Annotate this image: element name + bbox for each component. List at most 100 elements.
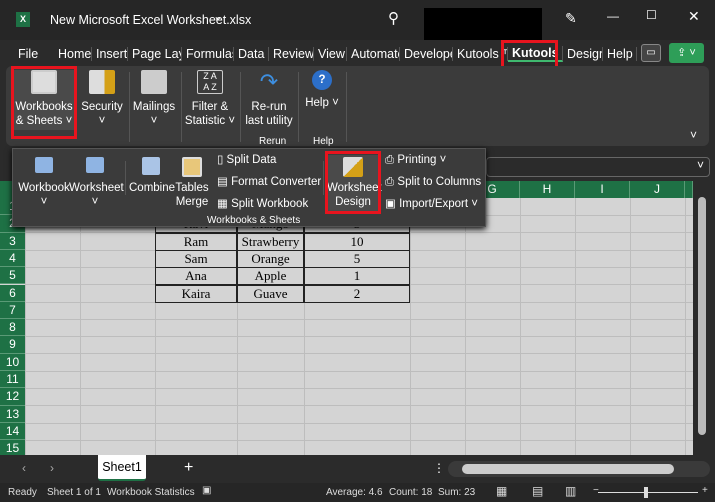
worksheet-button[interactable]: Worksheet ˅	[69, 157, 124, 209]
row-header[interactable]: 12	[0, 388, 25, 406]
status-sheet: Sheet 1 of 1	[47, 487, 101, 498]
table-cell[interactable]: 1	[304, 267, 410, 286]
page-break-view-icon[interactable]: ▥	[565, 484, 576, 498]
split-data-button[interactable]: ▯ Split Data	[217, 153, 276, 167]
maximize-icon[interactable]: ☐	[646, 8, 657, 22]
worksheet-design-highlight	[325, 151, 381, 214]
add-sheet-button[interactable]: +	[184, 459, 193, 477]
help-button[interactable]: ? Help ˅	[304, 70, 340, 110]
expand-formula-icon[interactable]: ˅	[697, 158, 704, 172]
import-export-button[interactable]: ▣ Import/Export ˅	[385, 197, 478, 211]
row-header[interactable]: 15	[0, 440, 25, 455]
row-header[interactable]: 6	[0, 284, 25, 302]
rerun-group-label: Rerun	[259, 136, 287, 147]
tab-automate[interactable]: Automate	[347, 46, 400, 61]
search-icon[interactable]: ⚲	[388, 9, 399, 27]
vertical-scrollbar[interactable]	[695, 181, 709, 455]
prev-sheet-icon[interactable]: ‹	[22, 461, 26, 475]
column-header-h[interactable]: H	[520, 181, 575, 198]
row-header[interactable]: 9	[0, 336, 25, 354]
accessibility-icon[interactable]: ▣	[202, 485, 211, 496]
mailings-button[interactable]: Mailings ˅	[130, 70, 178, 128]
row-header[interactable]: 13	[0, 405, 25, 423]
tab-developer[interactable]: Developer	[400, 46, 453, 61]
combine-icon	[142, 157, 160, 175]
chevron-down-icon[interactable]: ⌄	[213, 9, 223, 23]
table-cell[interactable]: Apple	[237, 267, 304, 286]
sort-az-icon: Z AA Z	[197, 70, 223, 94]
table-cell[interactable]: 2	[304, 284, 410, 303]
status-count: Count: 18	[389, 487, 433, 498]
pen-icon[interactable]: ✎	[565, 10, 577, 27]
group-label: Workbooks & Sheets	[207, 215, 301, 226]
security-button[interactable]: Security ˅	[80, 70, 124, 128]
share-button[interactable]: ⇪ ˅	[669, 43, 704, 63]
help-group-label: Help	[313, 136, 334, 147]
status-average: Average: 4.6	[326, 487, 383, 498]
redacted-box	[424, 8, 542, 40]
split-workbook-button[interactable]: ▦ Split Workbook	[217, 197, 308, 211]
tab-formulas[interactable]: Formulas	[182, 46, 234, 61]
table-cell[interactable]: 5	[304, 249, 410, 268]
tab-file[interactable]: File	[14, 47, 54, 61]
row-header[interactable]: 4	[0, 249, 25, 268]
row-header[interactable]: 7	[0, 301, 25, 320]
tab-view[interactable]: View	[314, 46, 347, 61]
row-header[interactable]: 3	[0, 232, 25, 250]
table-cell[interactable]: Kaira	[155, 284, 237, 303]
tab-help[interactable]: Help	[603, 46, 637, 61]
status-sum: Sum: 23	[438, 487, 476, 498]
normal-view-icon[interactable]: ▦	[496, 484, 507, 498]
table-cell[interactable]: Strawberry	[237, 232, 304, 251]
filter-statistic-button[interactable]: Z AA Z Filter & Statistic ˅	[184, 70, 236, 128]
minimize-icon[interactable]: —	[607, 9, 619, 23]
tab-page-layout[interactable]: Page Layout	[128, 46, 182, 61]
column-header-j[interactable]: J	[630, 181, 685, 198]
table-cell[interactable]: Ana	[155, 267, 237, 286]
sheet-tab-sheet1[interactable]: Sheet1	[98, 455, 146, 481]
row-header[interactable]: 5	[0, 267, 25, 285]
comments-button[interactable]: ▭	[641, 44, 661, 62]
row-header[interactable]: 14	[0, 422, 25, 441]
row-header[interactable]: 10	[0, 353, 25, 371]
more-options-icon[interactable]: ⋮	[433, 461, 445, 475]
tables-merge-icon	[182, 157, 202, 177]
status-ready: Ready	[8, 487, 37, 498]
table-cell[interactable]: 10	[304, 232, 410, 251]
column-header-i[interactable]: I	[575, 181, 630, 198]
table-cell[interactable]: Sam	[155, 249, 237, 268]
tab-home[interactable]: Home	[54, 46, 92, 61]
next-sheet-icon[interactable]: ›	[50, 461, 54, 475]
tab-insert[interactable]: Insert	[92, 46, 128, 61]
tab-kutools[interactable]: Kutools ™	[453, 46, 508, 61]
redo-arrow-icon: ↷	[259, 69, 279, 94]
page-layout-view-icon[interactable]: ▤	[532, 484, 543, 498]
printing-button[interactable]: ⎙ Printing ˅	[385, 153, 446, 167]
zoom-slider[interactable]	[598, 487, 698, 498]
tables-merge-button[interactable]: Tables Merge	[173, 157, 211, 209]
tab-data[interactable]: Data	[234, 46, 269, 61]
status-bar: Ready Sheet 1 of 1 Workbook Statistics ▣…	[0, 483, 715, 502]
mail-icon	[141, 70, 167, 94]
combine-button[interactable]: Combine	[129, 157, 175, 195]
table-cell[interactable]: Ram	[155, 232, 237, 251]
ribbon: Workbooks & Sheets ˅ Security ˅ Mailings…	[6, 66, 709, 147]
workbook-statistics[interactable]: Workbook Statistics	[107, 487, 195, 498]
row-header[interactable]: 8	[0, 319, 25, 337]
tab-design[interactable]: Design	[563, 46, 603, 61]
tab-review[interactable]: Review	[269, 46, 314, 61]
close-icon[interactable]: ✕	[688, 8, 700, 25]
rerun-button[interactable]: ↷ Re-run last utility	[244, 70, 294, 128]
row-header[interactable]: 11	[0, 371, 25, 389]
lock-icon	[89, 70, 115, 94]
collapse-ribbon-icon[interactable]: ˅	[690, 128, 697, 142]
worksheet-icon	[86, 157, 104, 173]
workbook-button[interactable]: Workbook ˅	[17, 157, 71, 209]
title-bar: X New Microsoft Excel Worksheet.xlsx ⌄ ⚲…	[0, 0, 715, 40]
horizontal-scrollbar[interactable]	[448, 461, 710, 477]
split-to-columns-button[interactable]: ⎙ Split to Columns	[385, 175, 481, 189]
table-cell[interactable]: Orange	[237, 249, 304, 268]
sheet-tab-bar: ‹ › Sheet1 + ⋮	[0, 455, 715, 483]
format-converter-button[interactable]: ▤ Format Converter	[217, 175, 321, 189]
table-cell[interactable]: Guave	[237, 284, 304, 303]
